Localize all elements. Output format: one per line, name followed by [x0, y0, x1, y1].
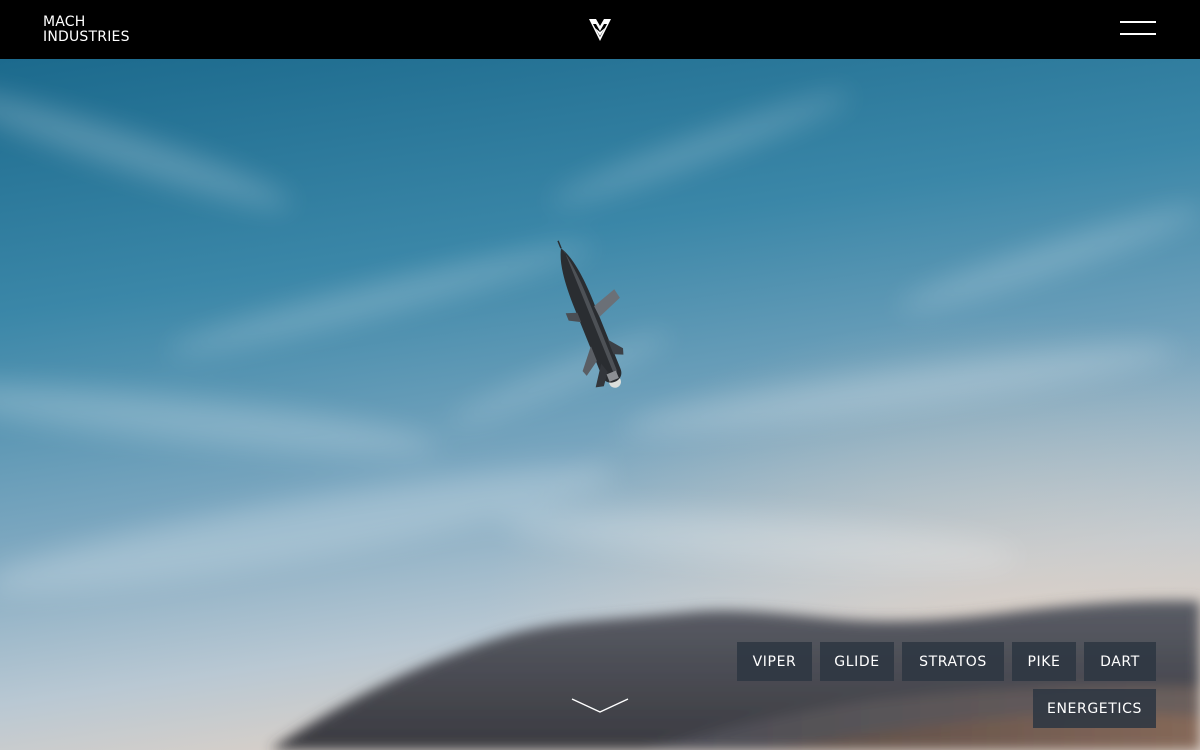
product-button-label: PIKE — [1027, 653, 1061, 670]
product-button-energetics[interactable]: ENERGETICS — [1033, 689, 1156, 728]
brand-line-2: INDUSTRIES — [43, 29, 130, 45]
menu-bar-top — [1120, 21, 1156, 23]
product-button-label: DART — [1100, 653, 1140, 670]
brand-line-1: MACH — [43, 14, 86, 30]
product-button-label: ENERGETICS — [1047, 700, 1142, 717]
chevron-down-icon[interactable] — [571, 697, 629, 715]
product-button-label: STRATOS — [919, 653, 987, 670]
mach-chevron-logo-icon[interactable] — [588, 18, 612, 42]
top-navigation-bar: MACH INDUSTRIES — [0, 0, 1200, 59]
hamburger-menu-icon[interactable] — [1118, 18, 1158, 40]
brand-wordmark-link[interactable]: MACH INDUSTRIES — [43, 15, 130, 45]
product-button-stratos[interactable]: STRATOS — [902, 642, 1004, 681]
page: MACH INDUSTRIES VIPER GLIDE STRATOS PIKE… — [0, 0, 1200, 750]
product-button-dart[interactable]: DART — [1084, 642, 1156, 681]
product-button-pike[interactable]: PIKE — [1012, 642, 1076, 681]
product-button-label: VIPER — [752, 653, 797, 670]
product-button-viper[interactable]: VIPER — [737, 642, 812, 681]
product-button-label: GLIDE — [834, 653, 880, 670]
product-button-glide[interactable]: GLIDE — [820, 642, 894, 681]
menu-bar-bottom — [1120, 33, 1156, 35]
